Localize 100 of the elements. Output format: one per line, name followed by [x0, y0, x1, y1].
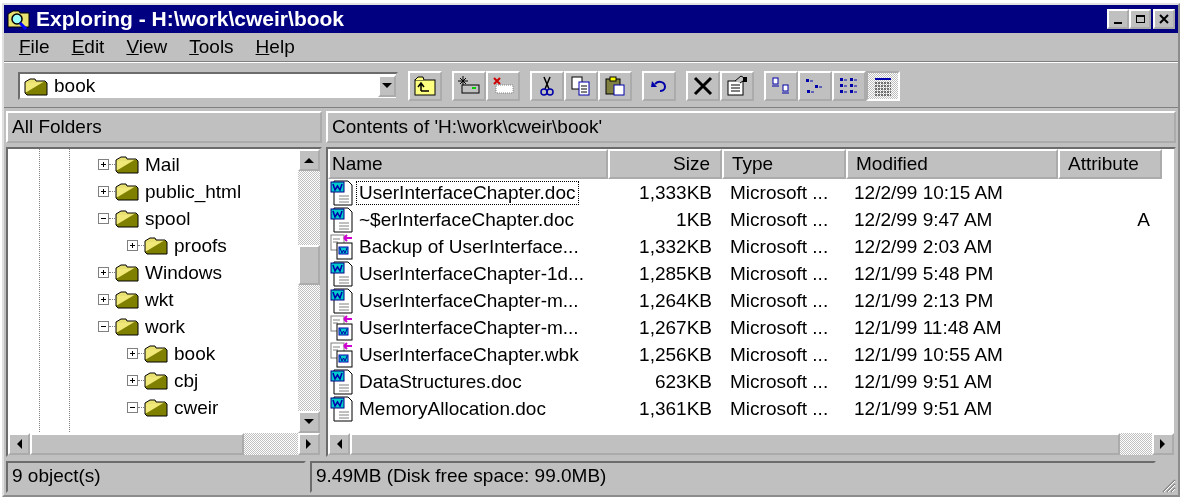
paste-icon	[603, 75, 627, 97]
down-arrow-icon	[304, 419, 314, 425]
details-button[interactable]	[866, 71, 900, 101]
maximize-button[interactable]	[1129, 9, 1151, 29]
menu-item[interactable]: Help	[246, 36, 304, 58]
folder-icon	[24, 76, 48, 96]
vertical-scrollbar[interactable]	[298, 149, 320, 433]
caret-icon	[382, 83, 392, 89]
dropdown-arrow-button[interactable]	[378, 75, 396, 97]
document-icon	[330, 395, 354, 422]
backup-document-icon	[330, 341, 354, 368]
document-icon	[330, 287, 354, 314]
expand-icon[interactable]	[98, 294, 109, 305]
column-header[interactable]: Attribute	[1058, 149, 1162, 179]
up-folder-button[interactable]	[408, 71, 442, 101]
menu-item[interactable]: Tools	[180, 36, 243, 58]
folder-icon	[144, 236, 168, 255]
undo-button[interactable]	[642, 71, 676, 101]
delete-button[interactable]	[686, 71, 720, 101]
column-header[interactable]: Name	[328, 149, 608, 179]
pane-header: All Folders	[6, 111, 322, 143]
table-cell: 623KB	[654, 370, 712, 393]
close-button[interactable]	[1153, 9, 1175, 29]
scroll-right-button[interactable]	[1152, 433, 1174, 455]
expand-icon[interactable]	[127, 240, 138, 251]
folder-icon	[115, 155, 139, 174]
scroll-thumb[interactable]	[30, 433, 245, 455]
table-cell: Microsoft ...	[730, 208, 829, 231]
table-cell: 12/1/99 9:51 AM	[854, 397, 993, 420]
expand-icon[interactable]	[98, 267, 109, 278]
file-name[interactable]: UserInterfaceChapter.doc	[356, 180, 579, 205]
properties-button[interactable]	[720, 71, 754, 101]
file-name[interactable]: UserInterfaceChapter-m...	[356, 315, 582, 340]
scissors-button[interactable]	[530, 71, 564, 101]
maximize-icon	[1134, 14, 1146, 24]
expand-icon[interactable]	[98, 159, 109, 170]
column-header[interactable]: Size	[608, 149, 722, 179]
folder-label[interactable]: spool	[145, 207, 191, 230]
folder-icon	[115, 290, 139, 309]
folder-label[interactable]: cweir	[174, 396, 219, 419]
file-name[interactable]: Backup of UserInterface...	[356, 234, 582, 259]
copy-icon	[569, 75, 593, 97]
table-cell: Microsoft ...	[730, 316, 829, 339]
document-icon	[330, 368, 354, 395]
column-header[interactable]: Modified	[846, 149, 1058, 179]
collapse-icon[interactable]	[98, 321, 109, 332]
column-header[interactable]: Type	[722, 149, 846, 179]
folder-label[interactable]: book	[174, 342, 216, 365]
file-name[interactable]: DataStructures.doc	[356, 369, 525, 394]
scroll-left-button[interactable]	[328, 433, 350, 455]
table-cell: Microsoft ...	[730, 235, 829, 258]
folder-icon	[115, 263, 139, 282]
minimize-button[interactable]	[1107, 9, 1129, 29]
folder-label[interactable]: proofs	[174, 234, 227, 257]
table-cell: 1,264KB	[639, 289, 712, 312]
horizontal-scrollbar[interactable]	[8, 433, 320, 455]
status-panel: 9 object(s)	[6, 461, 306, 493]
folder-label[interactable]: Mail	[145, 153, 180, 176]
expand-icon[interactable]	[127, 375, 138, 386]
backup-document-icon	[330, 314, 354, 341]
folder-label[interactable]: cbj	[174, 369, 199, 392]
right-arrow-icon	[306, 439, 312, 449]
address-combo-box[interactable]: book	[18, 72, 398, 100]
table-cell: 12/2/99 2:03 AM	[854, 235, 993, 258]
folder-label[interactable]: Windows	[145, 261, 223, 284]
menu-item[interactable]: Edit	[62, 36, 114, 58]
collapse-icon[interactable]	[98, 213, 109, 224]
file-name[interactable]: UserInterfaceChapter-m...	[356, 288, 582, 313]
list-button[interactable]	[832, 71, 866, 101]
table-cell: 1KB	[676, 208, 712, 231]
folder-label[interactable]: work	[145, 315, 186, 338]
table-cell: 1,332KB	[639, 235, 712, 258]
window-title: Exploring - H:\work\cweir\book	[36, 7, 345, 31]
paste-button[interactable]	[598, 71, 632, 101]
scroll-up-button[interactable]	[298, 149, 320, 171]
up-arrow-icon	[304, 157, 314, 163]
menu-item[interactable]: View	[117, 36, 177, 58]
folder-icon	[115, 317, 139, 336]
table-cell: Microsoft ...	[730, 181, 829, 204]
file-name[interactable]: ~$erInterfaceChapter.doc	[356, 207, 577, 232]
expand-icon[interactable]	[127, 348, 138, 359]
expand-icon[interactable]	[98, 186, 109, 197]
scroll-left-button[interactable]	[8, 433, 30, 455]
large-icons-button[interactable]	[764, 71, 798, 101]
scroll-down-button[interactable]	[298, 411, 320, 433]
scroll-thumb[interactable]	[298, 245, 320, 285]
table-cell: A	[1137, 208, 1150, 231]
menu-item[interactable]: File	[10, 36, 59, 58]
file-name[interactable]: MemoryAllocation.doc	[356, 396, 549, 421]
copy-button[interactable]	[564, 71, 598, 101]
map-drive-button[interactable]	[452, 71, 486, 101]
file-name[interactable]: UserInterfaceChapter-1d...	[356, 261, 587, 286]
folder-label[interactable]: wkt	[145, 288, 174, 311]
file-name[interactable]: UserInterfaceChapter.wbk	[356, 342, 582, 367]
resize-grip-icon	[1160, 477, 1176, 493]
folder-label[interactable]: public_html	[145, 180, 242, 203]
scroll-right-button[interactable]	[298, 433, 320, 455]
small-icons-button[interactable]	[798, 71, 832, 101]
disconnect-drive-button[interactable]	[486, 71, 520, 101]
collapse-icon[interactable]	[127, 402, 138, 413]
